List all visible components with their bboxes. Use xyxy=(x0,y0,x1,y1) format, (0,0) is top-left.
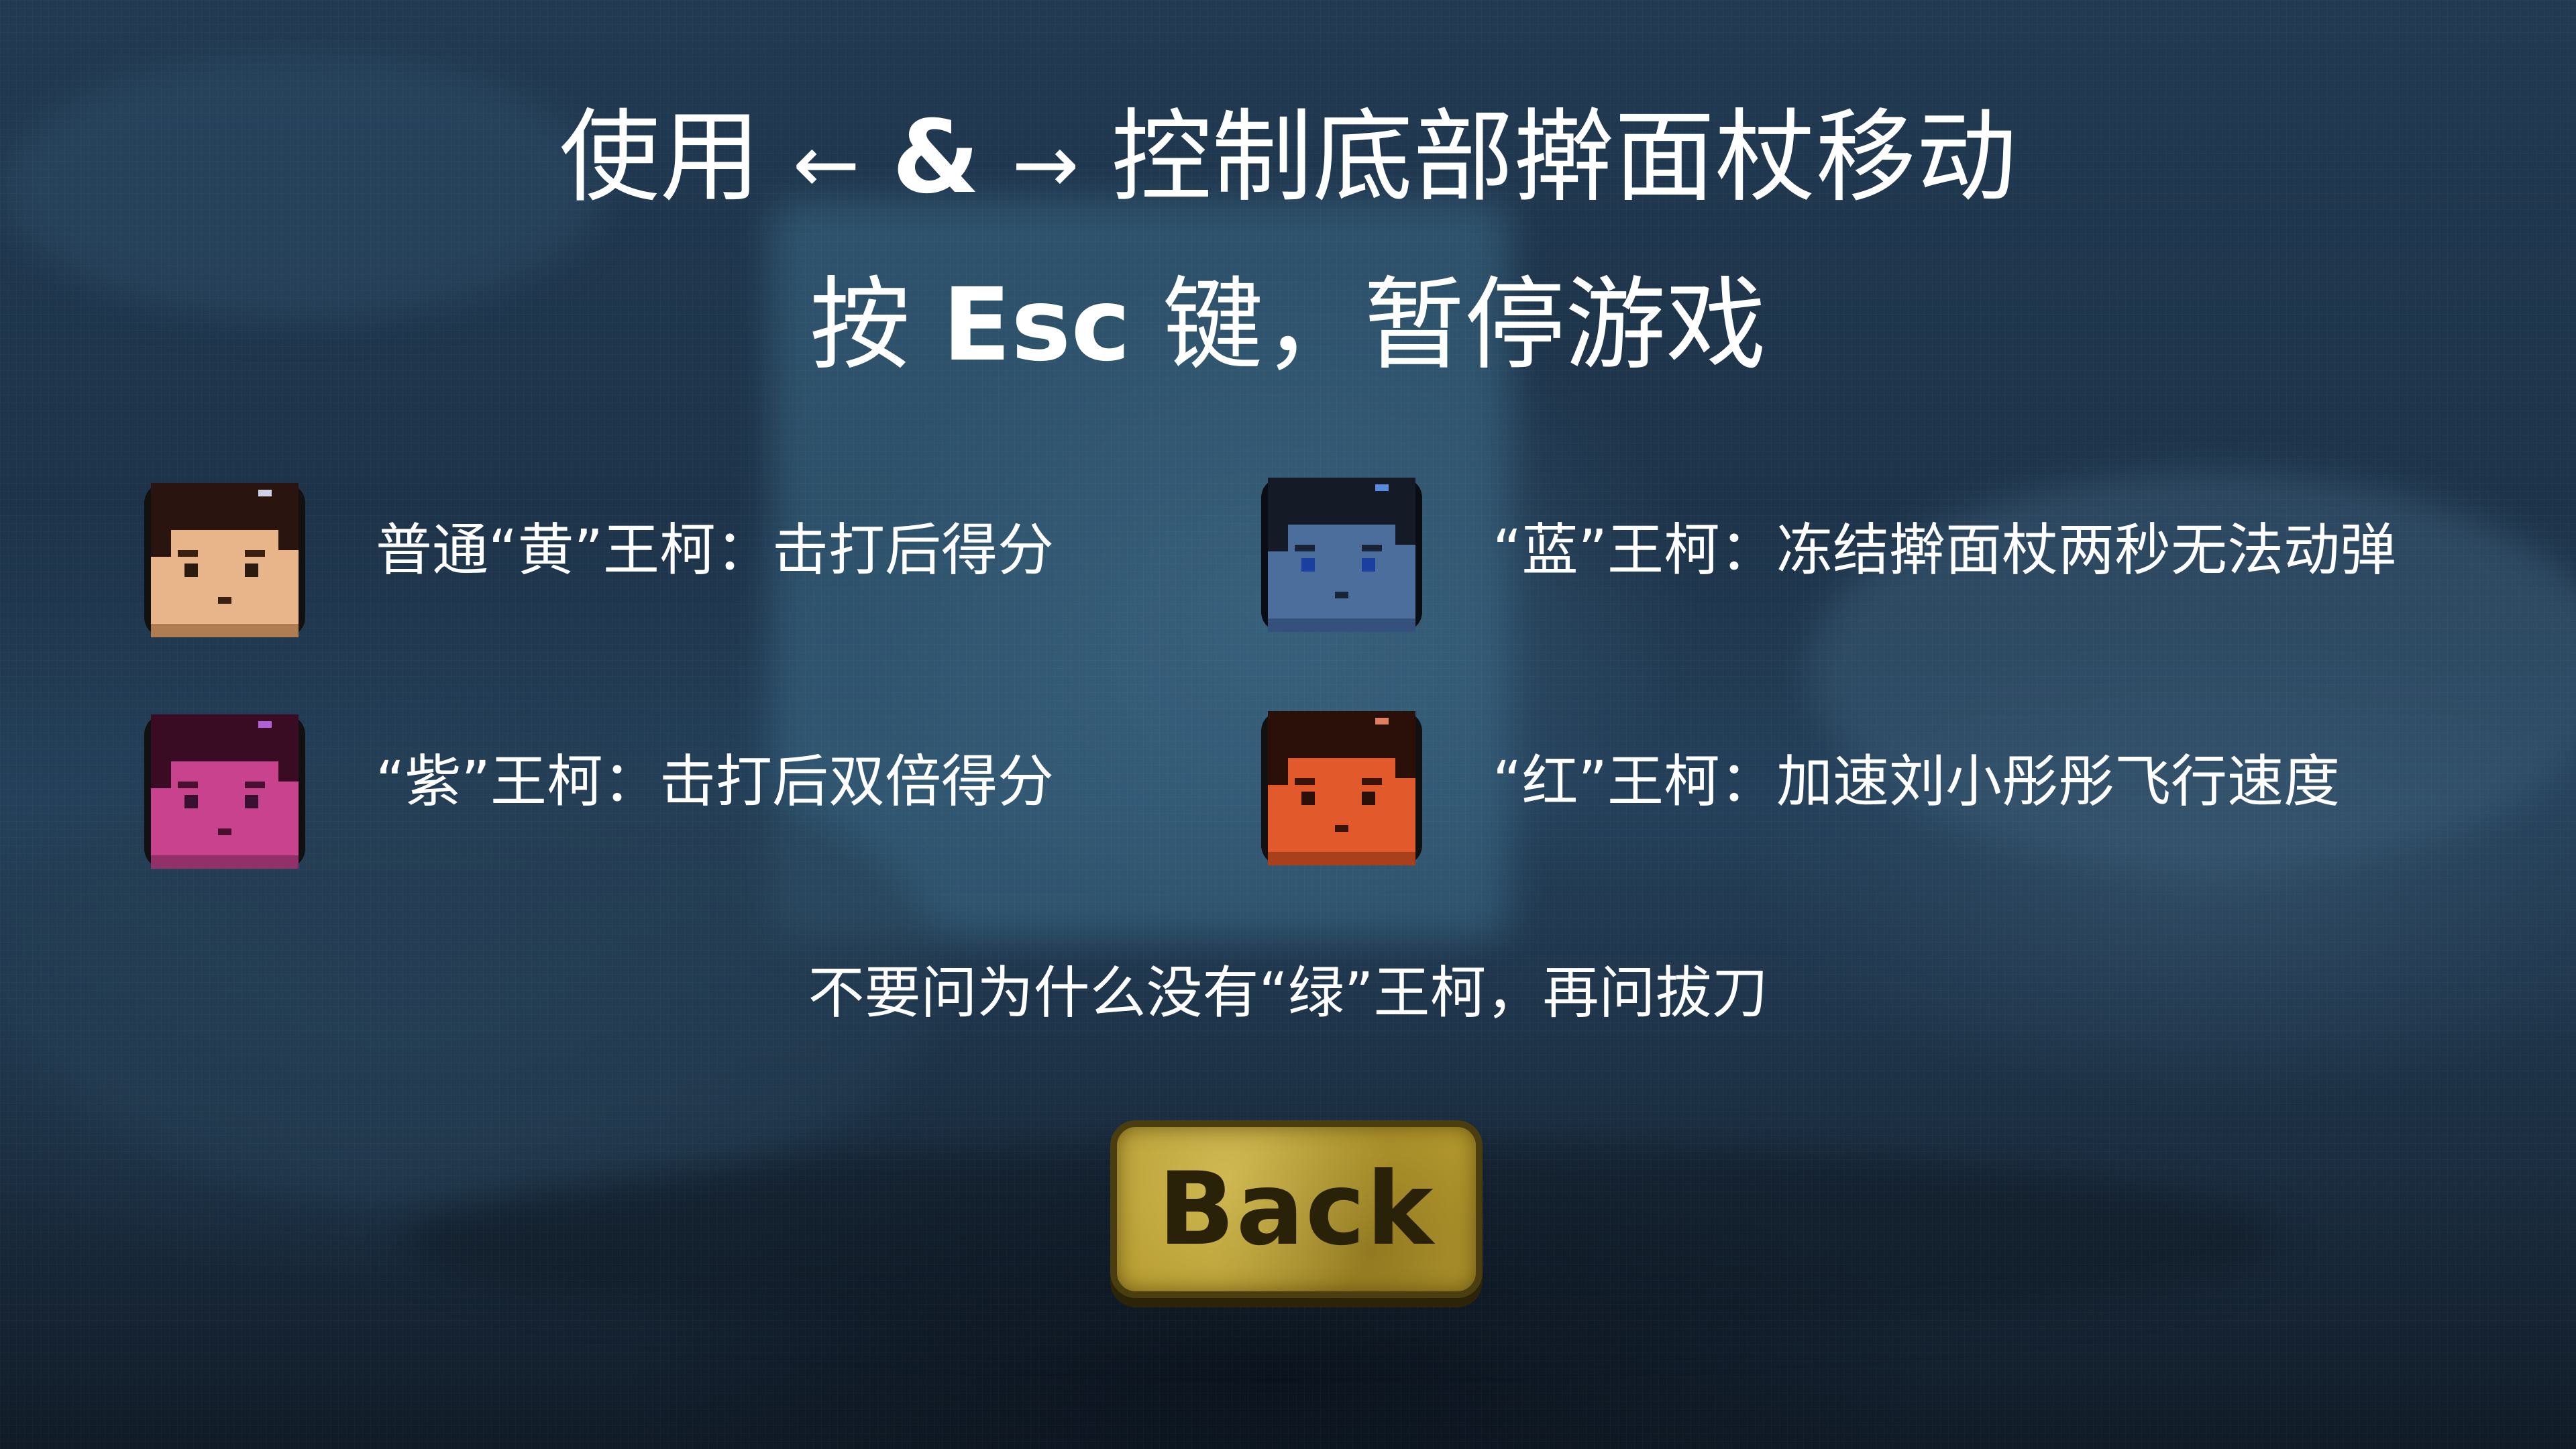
yellow-wangke-icon xyxy=(124,456,325,657)
help-screen: 使用 ← & → 控制底部擀面杖移动 按 Esc 键，暂停游戏 普通“黄”王柯：… xyxy=(0,0,2576,1449)
controls-instruction: 使用 ← & → 控制底部擀面杖移动 xyxy=(0,97,2576,225)
right-arrow-icon: → xyxy=(1012,118,1079,211)
left-arrow-icon: ← xyxy=(792,118,860,211)
back-button-label: Back xyxy=(1158,1150,1435,1268)
enemy-description: “红”王柯：加速刘小彤彤飞行速度 xyxy=(1493,749,2341,814)
ampersand: & xyxy=(892,99,980,216)
enemy-description: 普通“黄”王柯：击打后得分 xyxy=(376,517,1055,583)
instruction-text: 使用 xyxy=(559,99,761,216)
red-wangke-icon xyxy=(1241,684,1442,885)
esc-key-label: Esc xyxy=(942,267,1131,384)
instruction-text: 按 xyxy=(809,267,910,384)
instruction-text: 控制底部擀面杖移动 xyxy=(1111,99,2017,216)
footnote-text: 不要问为什么没有“绿”王柯，再问拔刀 xyxy=(808,960,1768,1026)
instruction-text: 键，暂停游戏 xyxy=(1163,267,1767,384)
blue-wangke-icon xyxy=(1241,451,1442,652)
purple-wangke-icon xyxy=(124,688,325,889)
enemy-description: “蓝”王柯：冻结擀面杖两秒无法动弹 xyxy=(1493,517,2397,583)
pause-instruction: 按 Esc 键，暂停游戏 xyxy=(0,265,2576,386)
enemy-description: “紫”王柯：击打后双倍得分 xyxy=(376,749,1055,814)
back-button[interactable]: Back xyxy=(1110,1120,1483,1298)
